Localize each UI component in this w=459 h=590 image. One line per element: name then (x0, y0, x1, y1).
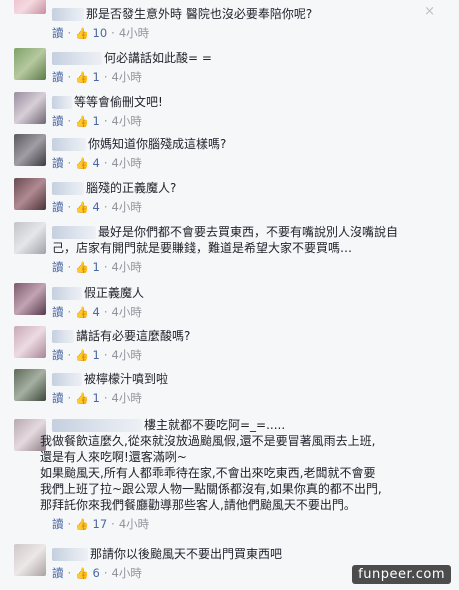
read-link[interactable]: 讀 (52, 200, 64, 214)
read-link[interactable]: 讀 (52, 26, 64, 40)
like-thumb-icon: 👍 (75, 201, 89, 214)
comment-line: 還是有人來吃啊!還客滿咧~ (40, 450, 187, 464)
like-thumb-icon: 👍 (75, 27, 89, 40)
like-count[interactable]: 4 (93, 200, 100, 214)
commenter-name[interactable] (52, 226, 96, 239)
like-count[interactable]: 1 (93, 391, 100, 405)
timestamp[interactable]: 4小時 (119, 517, 149, 531)
read-link[interactable]: 讀 (52, 566, 64, 580)
timestamp[interactable]: 4小時 (112, 156, 142, 170)
comment-meta: 讀 · 👍 4 · 4小時 (52, 156, 142, 170)
avatar[interactable] (14, 92, 46, 124)
timestamp[interactable]: 4小時 (112, 391, 142, 405)
avatar[interactable] (14, 134, 46, 166)
like-thumb-icon: 👍 (75, 567, 89, 580)
commenter-name[interactable] (52, 8, 84, 21)
timestamp[interactable]: 4小時 (112, 200, 142, 214)
like-count[interactable]: 1 (93, 260, 100, 274)
comment-line: 如果颱風天,所有人都乖乖待在家,不會出來吃東西,老闆就不會要 (40, 466, 376, 480)
like-count[interactable]: 6 (93, 566, 100, 580)
commenter-name[interactable] (52, 373, 82, 386)
comment-text: 何必講話如此酸= = (104, 51, 212, 65)
read-link[interactable]: 讀 (52, 517, 64, 531)
comment-text: 那是否發生意外時 醫院也沒必要奉陪你呢? (86, 7, 313, 21)
timestamp[interactable]: 4小時 (112, 114, 142, 128)
like-thumb-icon: 👍 (75, 261, 89, 274)
timestamp[interactable]: 4小時 (112, 305, 142, 319)
comment-meta: 讀 · 👍 4 · 4小時 (52, 200, 142, 214)
timestamp[interactable]: 4小時 (112, 566, 142, 580)
timestamp[interactable]: 4小時 (112, 70, 142, 84)
commenter-name[interactable] (52, 182, 84, 195)
like-count[interactable]: 17 (93, 517, 108, 531)
comment-text: 樓主就都不要吃阿=_=..... (144, 418, 286, 432)
comment-line: 那拜託你來我們餐廳勸導那些客人,請他們颱風天不要出門。 (40, 498, 356, 512)
like-count[interactable]: 1 (93, 70, 100, 84)
comment-meta: 讀 · 👍 4 · 4小時 (52, 305, 142, 319)
comment-meta: 讀 · 👍 10 · 4小時 (52, 26, 150, 40)
like-thumb-icon: 👍 (75, 349, 89, 362)
timestamp[interactable]: 4小時 (112, 260, 142, 274)
comment-text: 那請你以後颱風天不要出門買東西吧 (90, 547, 283, 561)
avatar[interactable] (14, 283, 46, 315)
read-link[interactable]: 讀 (52, 260, 64, 274)
comment-text: 最好是你們都不會要去買東西，不要有嘴說別人沒嘴說自己，店家有開門就是要賺錢，難道… (52, 225, 399, 255)
commenter-name[interactable] (52, 287, 82, 300)
comment-meta: 讀 · 👍 17 · 4小時 (52, 517, 150, 531)
commenter-name[interactable] (52, 52, 102, 65)
commenter-name[interactable] (52, 548, 88, 561)
comment-meta: 讀 · 👍 1 · 4小時 (52, 260, 142, 274)
read-link[interactable]: 讀 (52, 70, 64, 84)
comment-body: 我做餐飲這麼久,從來就沒放過颱風假,還不是要冒著風雨去上班, 還是有人來吃啊!還… (40, 433, 431, 513)
like-count[interactable]: 4 (93, 156, 100, 170)
like-count[interactable]: 10 (93, 26, 108, 40)
read-link[interactable]: 讀 (52, 156, 64, 170)
comment-text: 被檸檬汁噴到啦 (84, 372, 169, 386)
comment-line: 我做餐飲這麼久,從來就沒放過颱風假,還不是要冒著風雨去上班, (40, 434, 376, 448)
like-count[interactable]: 1 (93, 348, 100, 362)
like-thumb-icon: 👍 (75, 157, 89, 170)
read-link[interactable]: 讀 (52, 114, 64, 128)
avatar[interactable] (14, 222, 46, 254)
like-thumb-icon: 👍 (75, 71, 89, 84)
read-link[interactable]: 讀 (52, 305, 64, 319)
avatar[interactable] (14, 178, 46, 210)
avatar[interactable] (14, 48, 46, 80)
read-link[interactable]: 讀 (52, 348, 64, 362)
like-thumb-icon: 👍 (75, 518, 89, 531)
timestamp[interactable]: 4小時 (112, 348, 142, 362)
commenter-name[interactable] (52, 330, 74, 343)
comment-line: 我們上班了拉~跟公眾人物一點關係都沒有,如果你真的都不出門, (40, 482, 382, 496)
close-icon[interactable]: × (424, 4, 435, 19)
comment-meta: 讀 · 👍 1 · 4小時 (52, 391, 142, 405)
commenter-name[interactable] (52, 138, 86, 151)
like-count[interactable]: 4 (93, 305, 100, 319)
timestamp[interactable]: 4小時 (119, 26, 149, 40)
avatar[interactable] (14, 0, 46, 14)
comment-meta: 讀 · 👍 1 · 4小時 (52, 348, 142, 362)
like-thumb-icon: 👍 (75, 392, 89, 405)
like-thumb-icon: 👍 (75, 306, 89, 319)
like-thumb-icon: 👍 (75, 115, 89, 128)
avatar[interactable] (14, 326, 46, 358)
read-link[interactable]: 讀 (52, 391, 64, 405)
like-count[interactable]: 1 (93, 114, 100, 128)
avatar[interactable] (14, 369, 46, 401)
comment-text: 等等會偷刪文吧! (74, 95, 163, 109)
commenter-name[interactable] (52, 419, 142, 432)
comment-text: 你媽知道你腦殘成這樣嗎? (88, 137, 227, 151)
comment-text: 腦殘的正義魔人? (86, 181, 177, 195)
comment-meta: 讀 · 👍 1 · 4小時 (52, 114, 142, 128)
comment-thread: { "labels": { "read": "讀", "time_4h": "4… (0, 0, 459, 590)
watermark: funpeer.com (352, 565, 451, 584)
avatar[interactable] (14, 544, 46, 576)
comment-meta: 讀 · 👍 1 · 4小時 (52, 70, 142, 84)
comment-text: 假正義魔人 (84, 286, 145, 300)
commenter-name[interactable] (52, 96, 72, 109)
comment-text: 講話有必要這麼酸嗎? (76, 329, 191, 343)
